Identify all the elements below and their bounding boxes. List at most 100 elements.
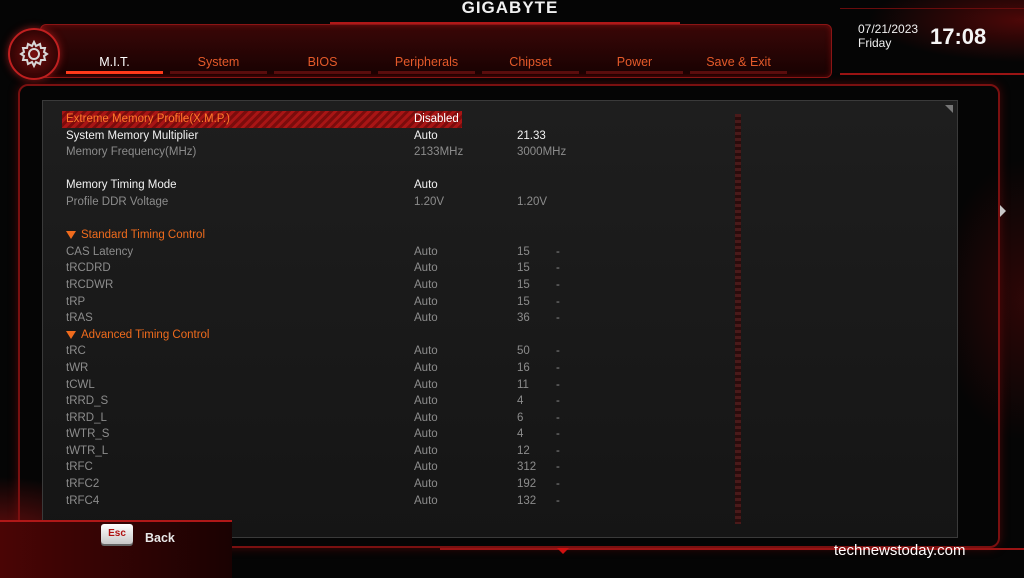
setting-label: Memory Timing Mode bbox=[66, 179, 177, 192]
setting-label: tCWL bbox=[66, 378, 95, 391]
setting-value: 11 bbox=[517, 378, 529, 391]
setting-value: 21.33 bbox=[517, 129, 546, 142]
setting-row[interactable]: tRFC Auto 312 - bbox=[62, 459, 662, 476]
section-header[interactable]: Standard Timing Control bbox=[62, 227, 662, 244]
setting-current-value: Auto bbox=[414, 378, 438, 391]
setting-label: tRCDRD bbox=[66, 262, 111, 275]
tab-power[interactable]: Power bbox=[586, 52, 683, 74]
setting-row[interactable]: tRP Auto 15 - bbox=[62, 294, 662, 311]
setting-value: 15 bbox=[517, 295, 530, 308]
setting-row[interactable]: tRCDRD Auto 15 - bbox=[62, 260, 662, 277]
setting-value: 36 bbox=[517, 312, 530, 325]
tab-system[interactable]: System bbox=[170, 52, 267, 74]
settings-list: Extreme Memory Profile(X.M.P.) Disabled Sy… bbox=[62, 111, 662, 509]
esc-key-button[interactable]: Esc bbox=[101, 524, 133, 544]
setting-value: 4 bbox=[517, 428, 524, 441]
setting-dash: - bbox=[556, 428, 560, 441]
row-spacer bbox=[62, 161, 662, 178]
setting-current-value: Auto bbox=[414, 295, 438, 308]
watermark-text: technewstoday.com bbox=[834, 542, 966, 559]
setting-dash: - bbox=[556, 295, 560, 308]
setting-current-value: Auto bbox=[414, 262, 438, 275]
setting-current-value: Auto bbox=[414, 428, 438, 441]
setting-label: tRFC4 bbox=[66, 494, 100, 507]
setting-dash: - bbox=[556, 461, 560, 474]
setting-value: 132 bbox=[517, 494, 537, 507]
setting-current-value: Auto bbox=[414, 278, 438, 291]
setting-dash: - bbox=[556, 444, 560, 457]
setting-row[interactable]: tWTR_L Auto 12 - bbox=[62, 443, 662, 460]
setting-current-value: Auto bbox=[414, 444, 438, 457]
setting-label: System Memory Multiplier bbox=[66, 129, 199, 142]
tab-mit[interactable]: M.I.T. bbox=[66, 52, 163, 74]
tab-chipset[interactable]: Chipset bbox=[482, 52, 579, 74]
setting-value: 4 bbox=[517, 395, 524, 408]
setting-row[interactable]: tRC Auto 50 - bbox=[62, 343, 662, 360]
collapse-triangle-icon bbox=[66, 330, 76, 339]
section-header[interactable]: Advanced Timing Control bbox=[62, 327, 662, 344]
header: GIGABYTE M.I.T. System BIOS Peripherals … bbox=[0, 0, 1024, 80]
setting-current-value: Disabled bbox=[414, 113, 459, 125]
section-label: Advanced Timing Control bbox=[81, 328, 210, 341]
setting-row[interactable]: tWR Auto 16 - bbox=[62, 360, 662, 377]
setting-label: tWTR_L bbox=[66, 444, 109, 457]
setting-row[interactable]: Profile DDR Voltage 1.20V 1.20V bbox=[62, 194, 662, 211]
setting-current-value: Auto bbox=[414, 312, 438, 325]
setting-label: tRRD_L bbox=[66, 411, 107, 424]
settings-gear-button[interactable] bbox=[8, 28, 60, 80]
setting-row[interactable]: tRRD_L Auto 6 - bbox=[62, 410, 662, 427]
setting-current-value: Auto bbox=[414, 361, 438, 374]
setting-label: tRFC2 bbox=[66, 478, 100, 491]
setting-row[interactable]: System Memory Multiplier Auto 21.33 bbox=[62, 128, 662, 145]
setting-value: 6 bbox=[517, 411, 524, 424]
setting-row[interactable]: Memory Timing Mode Auto bbox=[62, 177, 662, 194]
setting-current-value: Auto bbox=[414, 129, 438, 142]
right-arrow-icon[interactable] bbox=[1000, 205, 1006, 217]
setting-label: tRRD_S bbox=[66, 395, 109, 408]
setting-label: Memory Frequency(MHz) bbox=[66, 146, 197, 159]
setting-dash: - bbox=[556, 361, 560, 374]
setting-value: 1.20V bbox=[517, 195, 548, 208]
setting-label: tWTR_S bbox=[66, 428, 110, 441]
setting-label: Profile DDR Voltage bbox=[66, 195, 169, 208]
setting-dash: - bbox=[556, 245, 560, 258]
setting-dash: - bbox=[556, 478, 560, 491]
setting-current-value: Auto bbox=[414, 179, 438, 192]
panel-corner-icon bbox=[945, 105, 953, 113]
section-label: Standard Timing Control bbox=[81, 229, 206, 242]
setting-row[interactable]: tRRD_S Auto 4 - bbox=[62, 393, 662, 410]
row-spacer bbox=[62, 211, 662, 228]
setting-row[interactable]: tCWL Auto 11 - bbox=[62, 377, 662, 394]
setting-label: tRCDWR bbox=[66, 278, 114, 291]
setting-row[interactable]: tRAS Auto 36 - bbox=[62, 310, 662, 327]
setting-row[interactable]: Extreme Memory Profile(X.M.P.) Disabled bbox=[62, 111, 462, 128]
brand-logo: GIGABYTE bbox=[461, 0, 559, 17]
setting-current-value: 2133MHz bbox=[414, 146, 464, 159]
setting-label: tWR bbox=[66, 361, 89, 374]
setting-row[interactable]: tRFC2 Auto 192 - bbox=[62, 476, 662, 493]
setting-value: 3000MHz bbox=[517, 146, 567, 159]
setting-dash: - bbox=[556, 378, 560, 391]
scrollbar-track[interactable] bbox=[735, 114, 741, 524]
date-display: 07/21/2023 Friday bbox=[858, 22, 918, 50]
setting-current-value: Auto bbox=[414, 411, 438, 424]
main-tabs: M.I.T. System BIOS Peripherals Chipset P… bbox=[66, 52, 794, 74]
tab-save-exit[interactable]: Save & Exit bbox=[690, 52, 787, 74]
setting-row[interactable]: tRFC4 Auto 132 - bbox=[62, 493, 662, 510]
gear-icon bbox=[19, 39, 49, 69]
setting-row[interactable]: tRCDWR Auto 15 - bbox=[62, 277, 662, 294]
down-arrow-icon bbox=[557, 548, 569, 554]
back-label[interactable]: Back bbox=[145, 531, 175, 545]
tab-bios[interactable]: BIOS bbox=[274, 52, 371, 74]
setting-current-value: Auto bbox=[414, 345, 438, 358]
setting-current-value: Auto bbox=[414, 478, 438, 491]
day-text: Friday bbox=[858, 36, 892, 50]
clock-time: 17:08 bbox=[930, 24, 987, 49]
tab-peripherals[interactable]: Peripherals bbox=[378, 52, 475, 74]
setting-label: tRC bbox=[66, 345, 86, 358]
setting-current-value: Auto bbox=[414, 395, 438, 408]
setting-row[interactable]: Memory Frequency(MHz) 2133MHz 3000MHz bbox=[62, 144, 662, 161]
setting-current-value: Auto bbox=[414, 494, 438, 507]
setting-row[interactable]: CAS Latency Auto 15 - bbox=[62, 244, 662, 261]
setting-row[interactable]: tWTR_S Auto 4 - bbox=[62, 426, 662, 443]
